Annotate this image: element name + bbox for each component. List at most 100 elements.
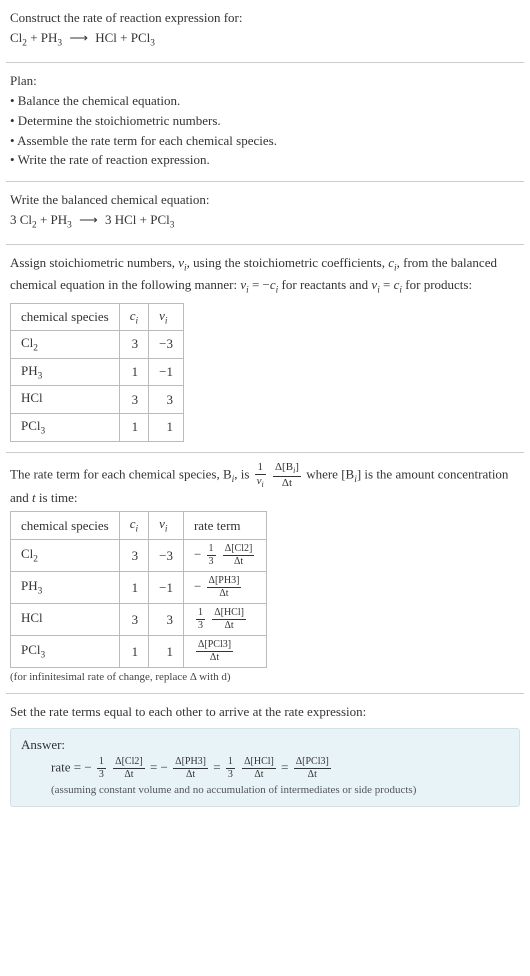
bal-rhs: 3 HCl + PCl bbox=[105, 212, 170, 227]
text: The rate term for each chemical species,… bbox=[10, 466, 232, 481]
cell-c: 1 bbox=[119, 413, 148, 441]
sub: i bbox=[165, 525, 168, 535]
final-section: Set the rate terms equal to each other t… bbox=[0, 694, 530, 817]
equals: = bbox=[213, 759, 224, 774]
eq-lhs-ph-sub: 3 bbox=[57, 38, 62, 48]
frac-num: 1 bbox=[255, 462, 266, 474]
plan-bullet: • Determine the stoichiometric numbers. bbox=[10, 112, 520, 131]
eq-lhs-ph: + PH bbox=[27, 30, 57, 45]
minus: − bbox=[84, 759, 91, 774]
num: Δ[PCl3] bbox=[196, 640, 233, 651]
col-rateterm: rate term bbox=[183, 512, 266, 540]
cell-c: 1 bbox=[119, 358, 148, 386]
intro-equation: Cl2 + PH3 ⟶ HCl + PCl3 bbox=[10, 29, 520, 51]
table-row: PH3 1 −1 − Δ[PH3]Δt bbox=[11, 572, 267, 604]
sub: i bbox=[262, 480, 264, 489]
plan-section: Plan: • Balance the chemical equation. •… bbox=[0, 63, 530, 181]
table-header-row: chemical species ci νi rate term bbox=[11, 512, 267, 540]
eq-rhs-sub: 3 bbox=[150, 38, 155, 48]
col-c: ci bbox=[119, 512, 148, 540]
sp: PCl bbox=[21, 642, 41, 657]
coef-fraction: 13 bbox=[196, 608, 205, 631]
eq-rhs: HCl + PCl bbox=[95, 30, 150, 45]
sp: HCl bbox=[21, 610, 43, 625]
table-row: PH3 1 −1 bbox=[11, 358, 184, 386]
den: Δt bbox=[207, 587, 242, 599]
sub: i bbox=[165, 316, 168, 326]
frac-den: Δt bbox=[273, 476, 301, 489]
cell-rateterm: 13 Δ[HCl]Δt bbox=[183, 604, 266, 636]
col-species: chemical species bbox=[11, 512, 120, 540]
answer-note: (assuming constant volume and no accumul… bbox=[21, 784, 509, 796]
den: 3 bbox=[196, 619, 205, 631]
stoich-table: chemical species ci νi Cl2 3 −3 PH3 1 −1… bbox=[10, 303, 184, 442]
table-row: HCl 3 3 13 Δ[HCl]Δt bbox=[11, 604, 267, 636]
sp: PH bbox=[21, 363, 38, 378]
delta-fraction: Δ[HCl]Δt bbox=[212, 608, 246, 631]
num: 1 bbox=[97, 757, 106, 768]
table-row: Cl2 3 −3 − 13 Δ[Cl2]Δt bbox=[11, 540, 267, 572]
arrow-icon: ⟶ bbox=[79, 211, 98, 230]
den: Δt bbox=[113, 768, 145, 780]
cell-species: HCl bbox=[11, 604, 120, 636]
sp-sub: 3 bbox=[38, 371, 43, 381]
cell-species: Cl2 bbox=[11, 331, 120, 359]
num: 1 bbox=[196, 608, 205, 619]
den: Δt bbox=[173, 768, 208, 780]
cell-nu: 1 bbox=[149, 636, 184, 668]
num: Δ[HCl] bbox=[212, 608, 246, 619]
num: Δ[PH3] bbox=[207, 576, 242, 587]
cell-species: PCl3 bbox=[11, 636, 120, 668]
cell-species: PH3 bbox=[11, 572, 120, 604]
num: Δ[PH3] bbox=[173, 757, 208, 768]
delta-fraction: Δ[Cl2]Δt bbox=[223, 544, 255, 567]
text: for reactants and bbox=[278, 277, 371, 292]
sp: PCl bbox=[21, 418, 41, 433]
cell-species: PH3 bbox=[11, 358, 120, 386]
dt: Δt bbox=[282, 477, 292, 489]
infinitesimal-note: (for infinitesimal rate of change, repla… bbox=[10, 671, 520, 683]
cell-species: Cl2 bbox=[11, 540, 120, 572]
sp-sub: 3 bbox=[41, 427, 46, 437]
num: Δ[HCl] bbox=[242, 757, 276, 768]
frac-den: νi bbox=[255, 474, 266, 489]
cell-nu: 3 bbox=[149, 604, 184, 636]
balanced-header: Write the balanced chemical equation: bbox=[10, 191, 520, 210]
den: Δt bbox=[223, 555, 255, 567]
arrow-icon: ⟶ bbox=[69, 29, 88, 48]
cell-species: PCl3 bbox=[11, 413, 120, 441]
stoich-section: Assign stoichiometric numbers, νi, using… bbox=[0, 245, 530, 451]
text: is time: bbox=[36, 490, 78, 505]
eq-lhs-cl: Cl bbox=[10, 30, 22, 45]
coef-fraction: 1 νi bbox=[255, 462, 266, 489]
cell-c: 1 bbox=[119, 636, 148, 668]
table-row: HCl 3 3 bbox=[11, 386, 184, 414]
sp-sub: 2 bbox=[33, 344, 38, 354]
text: , is bbox=[234, 466, 252, 481]
cell-nu: −1 bbox=[149, 572, 184, 604]
den: 3 bbox=[207, 555, 216, 567]
plan-bullet: • Balance the chemical equation. bbox=[10, 92, 520, 111]
text: Assign stoichiometric numbers, bbox=[10, 255, 178, 270]
cell-rateterm: − 13 Δ[Cl2]Δt bbox=[183, 540, 266, 572]
den: Δt bbox=[212, 619, 246, 631]
sp-sub: 2 bbox=[33, 555, 38, 565]
col-species: chemical species bbox=[11, 303, 120, 331]
final-header: Set the rate terms equal to each other t… bbox=[10, 703, 520, 722]
table-row: PCl3 1 1 Δ[PCl3]Δt bbox=[11, 636, 267, 668]
stoich-intro: Assign stoichiometric numbers, νi, using… bbox=[10, 254, 520, 298]
frac-num: Δ[Bi] bbox=[273, 462, 301, 476]
plan-bullet: • Assemble the rate term for each chemic… bbox=[10, 132, 520, 151]
equals: = bbox=[281, 759, 292, 774]
minus: − bbox=[161, 759, 168, 774]
rateterm-intro: The rate term for each chemical species,… bbox=[10, 462, 520, 508]
table-row: PCl3 1 1 bbox=[11, 413, 184, 441]
cell-nu: −3 bbox=[149, 331, 184, 359]
text: = bbox=[380, 277, 394, 292]
den: Δt bbox=[242, 768, 276, 780]
coef-fraction: 13 bbox=[97, 757, 106, 780]
bal-lhs2: + PH bbox=[37, 212, 67, 227]
cell-c: 3 bbox=[119, 331, 148, 359]
balanced-equation: 3 Cl2 + PH3 ⟶ 3 HCl + PCl3 bbox=[10, 211, 520, 233]
minus: − bbox=[194, 547, 201, 562]
